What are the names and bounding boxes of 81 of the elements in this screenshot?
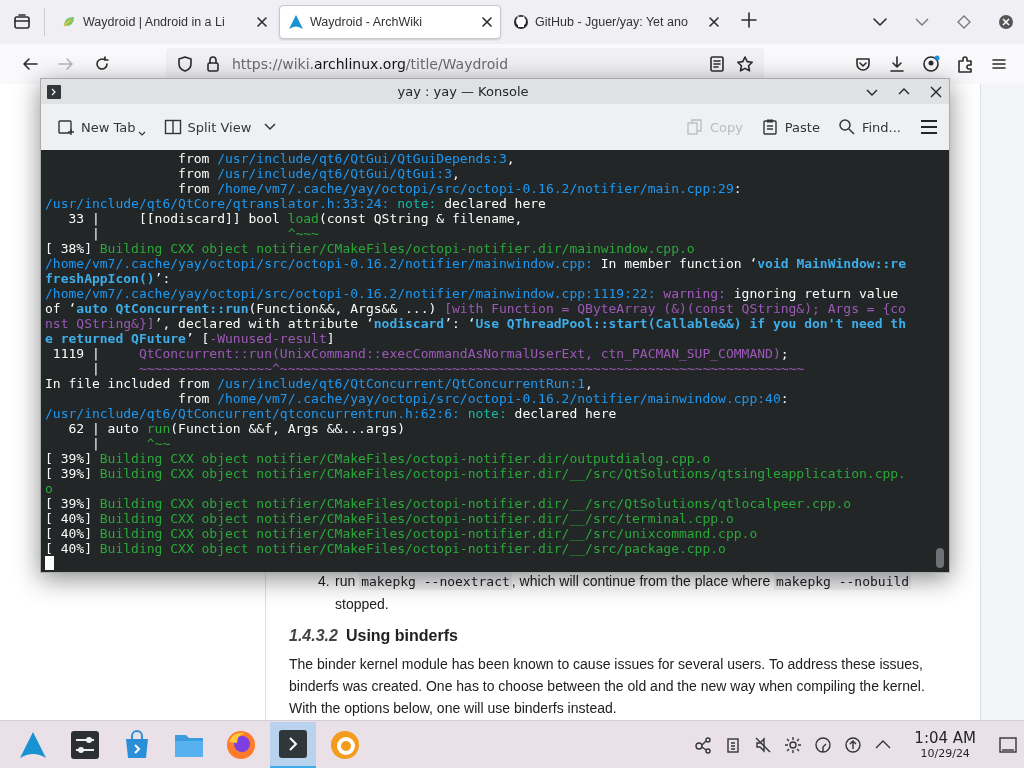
fox-globe-icon — [225, 728, 257, 761]
reload-icon[interactable] — [93, 55, 111, 73]
terminal-line: /home/vm7/.cache/yay/octopi/src/octopi-0.16.2/notifier/mainwindow.cpp: In member function ‘void MainWindow::re — [45, 256, 907, 271]
shield-icon — [176, 55, 194, 73]
terminal-line: [ 40%] Building CXX object notifier/CMakeFiles/octopi-notifier.dir/__/src/terminal.cpp.o — [45, 511, 735, 526]
terminal-line: 62 | auto run(Function &&f, Args &&...args) — [67, 421, 407, 436]
taskbar-item[interactable] — [270, 721, 316, 768]
pocket-icon[interactable] — [854, 55, 872, 73]
terminal-line: [ 40%] Building CXX object notifier/CMakeFiles/octopi-notifier.dir/__/src/unixcommand.cpp.o — [45, 526, 759, 541]
browser-tab[interactable]: GitHub - Jguer/yay: Yet ano — [505, 5, 727, 39]
brightness-icon[interactable] — [784, 735, 803, 754]
terminal-line: of ‘auto QtConcurrent::run(Function&&, Args&& ...) [with Function = QByteArray (&)(const QString&); Args = {co — [45, 301, 907, 316]
speaker-muted-icon[interactable] — [754, 735, 773, 754]
download-icon[interactable] — [888, 55, 906, 73]
terminal-line: 1119 | QtConcurrent::run(UnixCommand::execCommandAsNormalUserExt, ctn_PACMAN_SUP_COMMAND); — [51, 346, 790, 361]
terminal-line: from /home/vm7/.cache/yay/octopi/src/octopi-0.16.2/notifier/main.cpp:29: — [177, 181, 743, 196]
list-number: 4. — [318, 572, 331, 591]
clipboard-icon — [760, 118, 779, 136]
text-cursor — [45, 556, 54, 570]
terminal-line: [ 39%] Building CXX object notifier/CMakeFiles/octopi-notifier.dir/outputdialog.cpp.o — [45, 451, 712, 466]
reader-view-icon[interactable] — [708, 55, 726, 73]
new-tab-icon — [57, 118, 75, 136]
address-bar[interactable]: https://wiki.archlinux.org/title/Waydroid — [166, 48, 764, 80]
share-icon[interactable] — [694, 735, 713, 754]
terminal-line: /usr/include/qt6/QtConcurrent/qtconcurrentrun.h:62:6: note: declared here — [45, 406, 618, 421]
show-desktop-icon[interactable] — [998, 734, 1018, 755]
terminal-line: [ 39%] Building CXX object notifier/CMakeFiles/octopi-notifier.dir/__/src/QtSolutions/qtsingleapplication.cpp. — [45, 466, 907, 481]
back-icon[interactable] — [21, 55, 39, 73]
terminal-line: nst QString&}]’, declared with attribute ‘nodiscard’: ‘Use QThreadPool::start(Callable&&) if you don't need th — [45, 316, 907, 331]
terminal-line: from /home/vm7/.cache/yay/octopi/src/octopi-0.16.2/notifier/mainwindow.cpp:40: — [177, 391, 790, 406]
section-number: 1.4.3.2 — [289, 627, 338, 645]
terminal-line: from /usr/include/qt6/QtGui/QtGui:3, — [177, 166, 461, 181]
terminal-line: /home/vm7/.cache/yay/octopi/src/octopi-0.16.2/notifier/mainwindow.cpp:1119:22: warning: ignoring return value — [45, 286, 900, 301]
star-icon[interactable] — [736, 55, 754, 73]
terminal-line: | ~~~~~~~~~~~~~~~~~^~~~~~~~~~~~~~~~~~~~~~~~~~~~~~~~~~~~~~~~~~~~~~~~~~~~~~~~~~~~~~~~~~~~ — [90, 361, 806, 376]
terminal-line: In file included from /usr/include/qt6/QtConcurrent/QtConcurrentRun:1, — [45, 376, 594, 391]
toolbar-button[interactable]: Find... — [831, 114, 907, 140]
copy-icon — [685, 118, 704, 136]
browser-tab[interactable]: Waydroid - ArchWiki — [279, 5, 501, 39]
terminal-line: o — [45, 481, 54, 496]
terminal-line: [ 40%] Building CXX object notifier/CMakeFiles/octopi-notifier.dir/__/src/package.cpp.o — [45, 541, 727, 556]
toolbar-button[interactable]: New Tab — [51, 114, 152, 140]
close-icon[interactable] — [707, 15, 721, 29]
clock[interactable]: 1:04 AM 10/29/24 — [914, 729, 976, 760]
terminal-line: e returned QFuture’ [-Wunused-result] — [45, 331, 336, 346]
sliders-icon — [69, 728, 101, 761]
account-icon[interactable] — [922, 55, 940, 73]
toolbar-button[interactable]: Paste — [754, 114, 826, 140]
paragraph: The binder kernel module has been known to cause issues for several users. To address these issues, binderfs was created. One has to choose between the old and the new way when compiling the kernel. With the options below, one will use binderfs instead. — [289, 655, 926, 718]
search-icon — [837, 118, 856, 136]
plus-icon[interactable] — [741, 12, 757, 28]
ring-icon — [329, 728, 361, 761]
browser-tab[interactable]: Waydroid | Android in a Li — [53, 5, 275, 39]
section-heading: Using binderfs — [345, 627, 458, 645]
close-icon[interactable] — [480, 15, 494, 29]
url-text: https://wiki.archlinux.org/title/Waydroid — [232, 56, 510, 72]
scrollbar[interactable] — [936, 548, 944, 568]
columns-icon — [163, 118, 182, 136]
terminal-line: from /usr/include/qt6/QtGui/QtGuiDepends:3, — [177, 151, 516, 166]
terminal-line: /usr/include/qt6/QtCore/qtranslator.h:33:24: note: declared here — [45, 196, 547, 211]
terminal-line: freshAppIcon()’: — [45, 271, 172, 286]
terminal-line: [ 39%] Building CXX object notifier/CMakeFiles/octopi-notifier.dir/__/src/QtSolutions/qtlocalpeer.cpp.o — [45, 496, 853, 511]
terminal-icon — [277, 727, 309, 760]
puzzle-icon[interactable] — [956, 55, 974, 73]
diamond-icon[interactable] — [956, 14, 972, 30]
caret-icon — [137, 131, 146, 136]
menu-icon[interactable] — [919, 117, 939, 137]
close-icon[interactable] — [255, 15, 269, 29]
close-icon[interactable] — [998, 14, 1014, 30]
terminal-icon — [47, 84, 61, 99]
updates-icon[interactable] — [844, 735, 863, 754]
close-icon[interactable] — [929, 84, 943, 99]
window-title: yay : yay — Konsole — [396, 84, 530, 99]
terminal-line: 33 | [[nodiscard]] bool load(const QString & filename, — [67, 211, 524, 226]
lock-icon — [204, 55, 222, 73]
terminal-line: | ^~~ — [90, 436, 172, 451]
terminal-line: | ^~~~ — [90, 226, 320, 241]
triangle-logo-icon — [288, 14, 304, 30]
tab-list-icon[interactable] — [13, 13, 31, 31]
toolbar-button[interactable]: Split View — [157, 114, 284, 140]
terminal-line: [ 38%] Building CXX object notifier/CMakeFiles/octopi-notifier.dir/mainwindow.cpp.o — [45, 241, 696, 256]
